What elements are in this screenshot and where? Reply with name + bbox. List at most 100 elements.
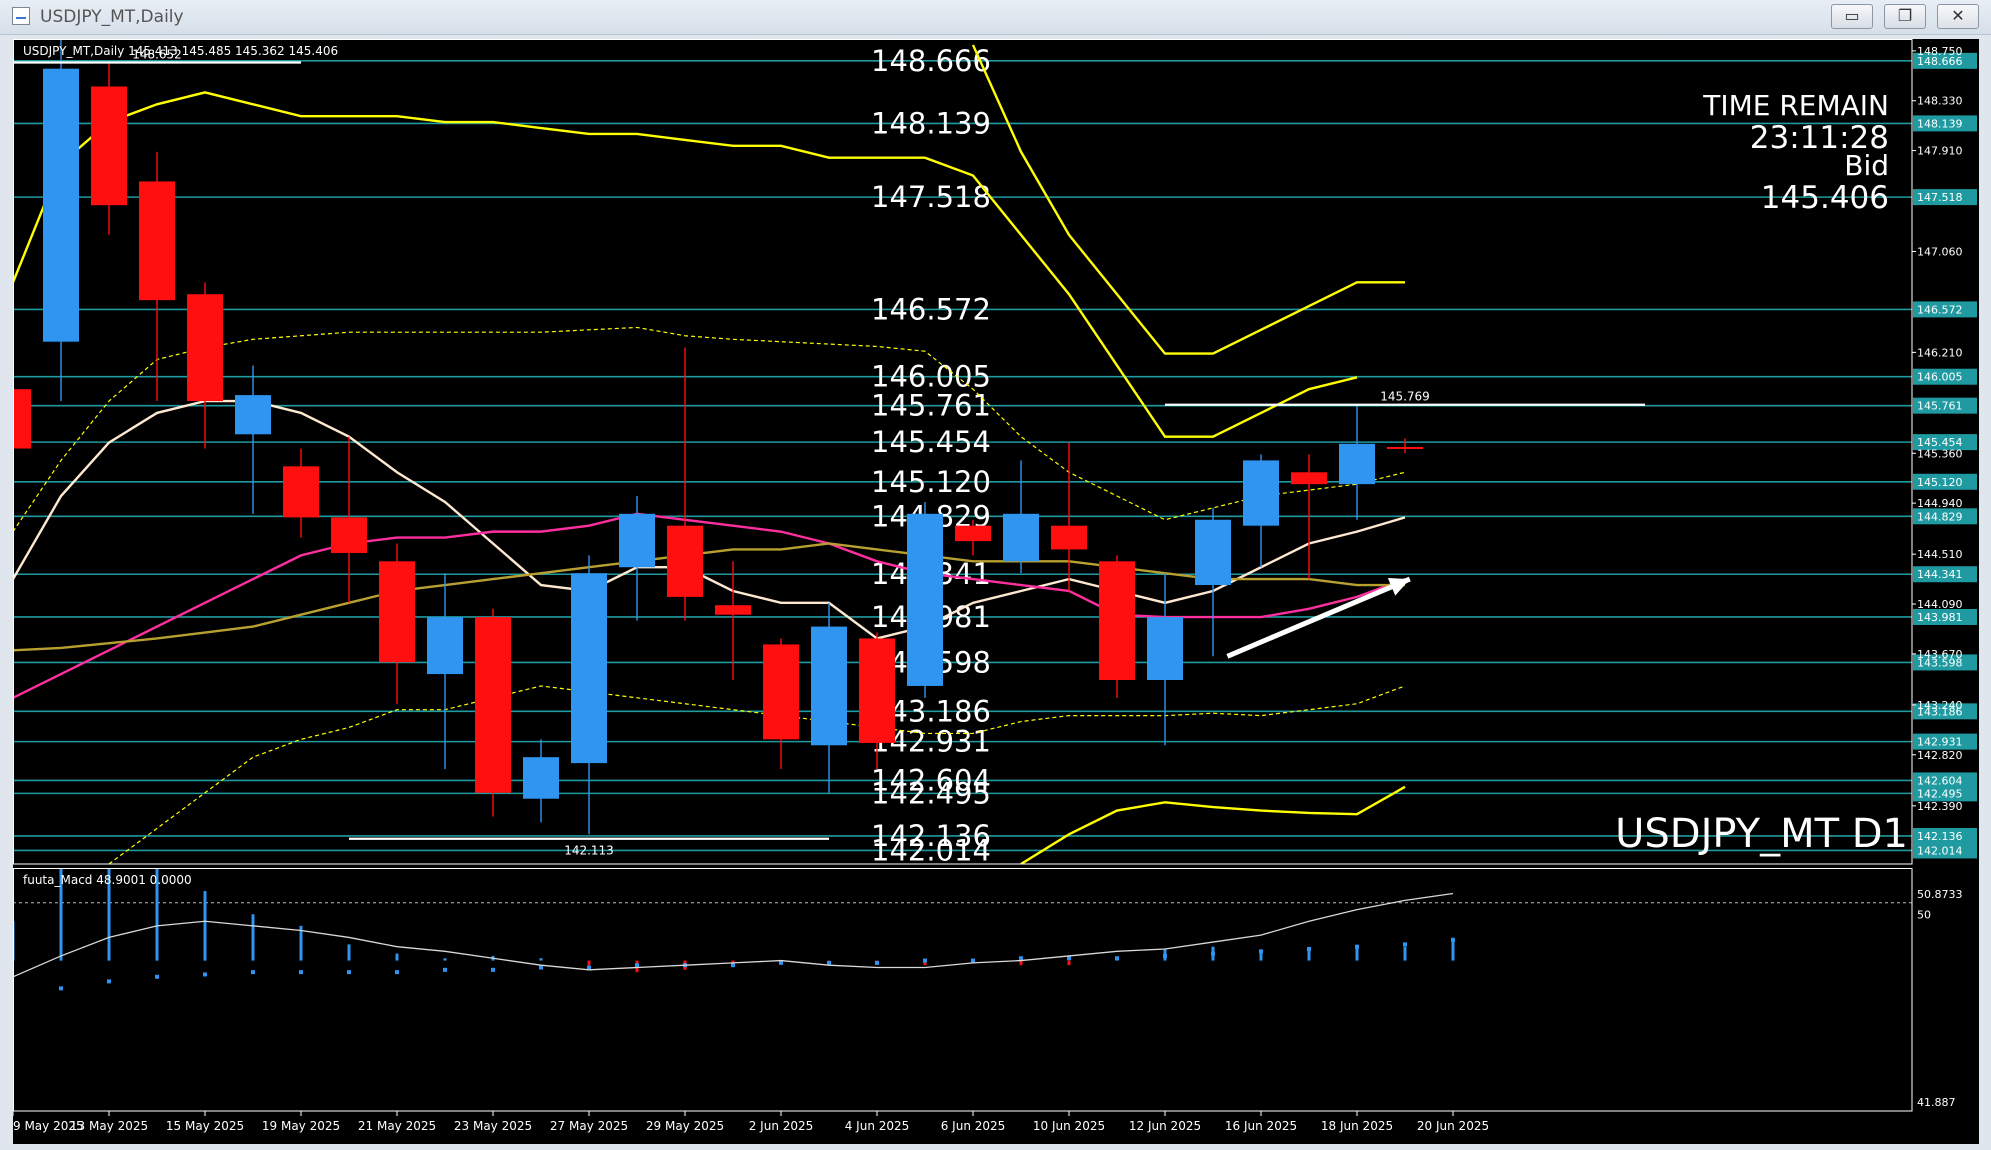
x-tick-label: 20 Jun 2025 — [1417, 1119, 1489, 1133]
candle-body — [475, 617, 511, 793]
y-tick-label: 147.060 — [1917, 245, 1963, 258]
close-icon: ✕ — [1951, 6, 1965, 25]
level-label: 147.518 — [871, 180, 991, 214]
macd-signal-dot — [1211, 951, 1215, 956]
close-button[interactable]: ✕ — [1937, 4, 1979, 29]
macd-y-tick-label: 50.8733 — [1917, 888, 1963, 901]
candle-body — [43, 68, 79, 342]
y-tick-label: 144.940 — [1917, 497, 1963, 510]
level-label: 148.666 — [871, 44, 991, 78]
macd-pane-border — [13, 868, 1913, 1112]
macd-signal-dot — [827, 960, 831, 965]
restore-button[interactable]: ❐ — [1884, 4, 1926, 29]
x-tick-label: 6 Jun 2025 — [941, 1119, 1006, 1133]
macd-signal-dot — [1403, 942, 1407, 947]
level-label: 145.120 — [871, 465, 991, 499]
y-tick-label: 142.390 — [1917, 800, 1963, 813]
level-label: 145.454 — [871, 425, 991, 459]
y-tick-label: 148.750 — [1917, 45, 1963, 58]
bid-value: 145.406 — [1761, 180, 1889, 216]
macd-signal-dot — [923, 958, 927, 963]
candle-body — [811, 626, 847, 746]
candle-body — [1387, 446, 1423, 449]
level-price-tag-text: 142.931 — [1917, 736, 1963, 749]
level-price-tag-text: 147.518 — [1917, 191, 1963, 204]
macd-y-tick-label: 50 — [1917, 908, 1931, 921]
mid-band-lower — [108, 685, 1406, 864]
candle-body — [571, 573, 607, 764]
macd-signal-dot — [203, 972, 207, 977]
level-price-tag-text: 144.829 — [1917, 510, 1963, 523]
y-tick-label: 147.910 — [1917, 145, 1963, 158]
candle-body — [1291, 472, 1327, 485]
macd-signal-dot — [731, 963, 735, 968]
x-tick-label: 27 May 2025 — [550, 1119, 628, 1133]
macd-signal-dot — [395, 970, 399, 975]
y-tick-label: 144.510 — [1917, 548, 1963, 561]
macd-signal-dot — [971, 958, 975, 963]
y-tick-label: 143.240 — [1917, 699, 1963, 712]
candle-body — [13, 389, 31, 449]
chart-window[interactable]: 148.666 148.139 147.518 146.572 146.005 145.7… — [12, 39, 1979, 1144]
price-chart[interactable]: 148.666 148.139 147.518 146.572 146.005 145.7… — [12, 39, 1979, 1144]
level-price-tag-text: 148.139 — [1917, 117, 1963, 130]
marker-label: 142.113 — [564, 844, 614, 858]
candle-body — [1339, 443, 1375, 485]
macd-signal-dot — [299, 970, 303, 975]
y-tick-label: 148.330 — [1917, 95, 1963, 108]
x-tick-label: 13 May 2025 — [70, 1119, 148, 1133]
candle-body — [523, 757, 559, 799]
macd-signal-dot — [779, 960, 783, 965]
candle-body — [1147, 617, 1183, 681]
level-price-tag-text: 145.761 — [1917, 400, 1963, 413]
bid-label: Bid — [1844, 149, 1889, 182]
level-label: 148.139 — [871, 106, 991, 140]
x-tick-label: 12 Jun 2025 — [1129, 1119, 1201, 1133]
candle-body — [1243, 460, 1279, 526]
x-tick-label: 10 Jun 2025 — [1033, 1119, 1105, 1133]
macd-signal-dot — [155, 974, 159, 979]
macd-signal-dot — [347, 970, 351, 975]
candle-body — [715, 605, 751, 615]
macd-y-tick-label: 41.887 — [1917, 1096, 1956, 1109]
y-tick-label: 146.210 — [1917, 346, 1963, 359]
level-price-tag-text: 143.981 — [1917, 611, 1963, 624]
candle-body — [955, 525, 991, 542]
macd-signal-dot — [1259, 949, 1263, 954]
level-price-tag-text: 142.495 — [1917, 787, 1963, 800]
level-label: 146.572 — [871, 292, 991, 326]
macd-label: fuuta_Macd 48.9001 0.0000 — [23, 873, 192, 887]
y-tick-label: 143.670 — [1917, 648, 1963, 661]
macd-signal-dot — [251, 970, 255, 975]
candle-body — [91, 86, 127, 206]
y-tick-label: 142.820 — [1917, 749, 1963, 762]
x-tick-label: 16 Jun 2025 — [1225, 1119, 1297, 1133]
macd-signal-dot — [587, 965, 591, 970]
minimize-icon: ▭ — [1844, 6, 1860, 25]
level-label: 142.014 — [871, 833, 991, 867]
macd-signal-dot — [1307, 947, 1311, 951]
app-icon — [12, 7, 30, 25]
macd-signal-dot — [1163, 953, 1167, 958]
level-label: 145.761 — [871, 389, 991, 423]
macd-signal-dot — [1451, 937, 1455, 942]
symbol-watermark: USDJPY_MT D1 — [1615, 811, 1908, 857]
level-price-tag-text: 142.014 — [1917, 844, 1963, 857]
candle-body — [235, 395, 271, 435]
macd-signal-dot — [107, 979, 111, 984]
window-titlebar[interactable]: USDJPY_MT,Daily ▭ ❐ ✕ — [0, 0, 1991, 35]
candle-body — [187, 294, 223, 402]
macd-signal-dot — [539, 965, 543, 970]
y-tick-label: 145.360 — [1917, 447, 1963, 460]
minimize-button[interactable]: ▭ — [1831, 4, 1873, 29]
candle-body — [379, 561, 415, 663]
macd-signal-dot — [443, 967, 447, 972]
window-title: USDJPY_MT,Daily — [40, 7, 184, 27]
candle-body — [139, 181, 175, 301]
time-remain-label: TIME REMAIN — [1702, 89, 1889, 122]
x-tick-label: 23 May 2025 — [454, 1119, 532, 1133]
candle-body — [331, 517, 367, 553]
macd-signal-dot — [1355, 944, 1359, 949]
macd-signal-dot — [1115, 956, 1119, 961]
candle-body — [283, 466, 319, 518]
